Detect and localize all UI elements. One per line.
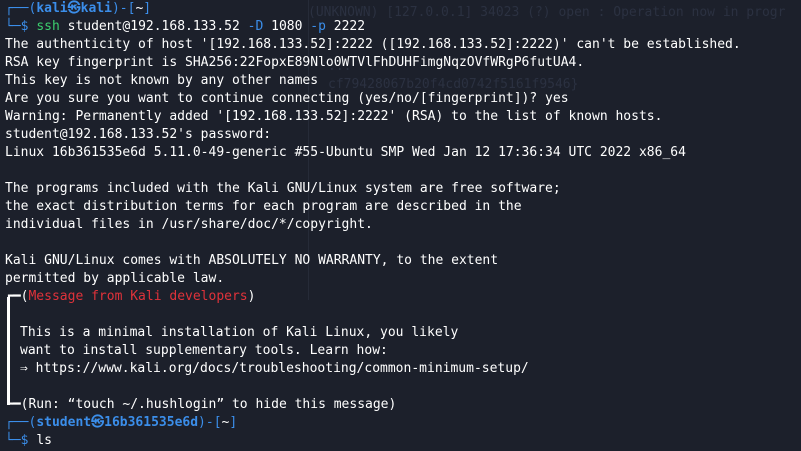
prompt-host: 16b361535e6d xyxy=(104,415,199,430)
prompt-frame: )-[ xyxy=(198,415,222,430)
output-line: RSA key fingerprint is SHA256:22FopxE89N… xyxy=(5,55,585,70)
motd-footer: ┗━(Run: “touch ~/.hushlogin” to hide thi… xyxy=(5,396,797,414)
command-flag: -D xyxy=(247,19,264,34)
output-line: Kali GNU/Linux comes with ABSOLUTELY NO … xyxy=(5,253,499,268)
prompt-frame: )-[ xyxy=(111,1,136,16)
terminal-window[interactable]: (UNKNOWN) [127.0.0.1] 34023 (?) open : O… xyxy=(0,0,801,451)
output-line: permitted by applicable law. xyxy=(5,271,225,286)
prompt-at-symbol: ㉿ xyxy=(91,415,105,430)
motd-frame: ) xyxy=(388,397,397,412)
motd-frame-bar xyxy=(7,297,10,405)
motd-header: ┏━(Message from Kali developers) xyxy=(5,288,797,306)
output-line: Warning: Permanently added '[192.168.133… xyxy=(5,109,663,124)
prompt-header: ┌──(student㉿16b361535e6d)-[~] xyxy=(5,414,797,432)
prompt-frame: ] xyxy=(143,1,152,16)
prompt-at-symbol: ㉿ xyxy=(67,1,81,16)
prompt-frame: ┌──( xyxy=(5,1,37,16)
output-line: This key is not known by any other names xyxy=(5,73,319,88)
command-arg: 2222 xyxy=(325,19,366,34)
command-arg: student@192.168.133.52 xyxy=(59,19,248,34)
output-line: individual files in /usr/share/doc/*/cop… xyxy=(5,217,373,232)
motd-line: want to install supplementary tools. Lea… xyxy=(20,343,388,358)
prompt-frame: ┌──( xyxy=(5,415,37,430)
prompt-frame: ] xyxy=(229,415,238,430)
terminal-output: ┌──(kali㉿kali)-[~] └─$ ssh student@192.1… xyxy=(5,0,797,450)
prompt-dollar: └─$ xyxy=(5,433,37,448)
motd-frame: ) xyxy=(247,289,256,304)
output-line: Linux 16b361535e6d 5.11.0-49-generic #55… xyxy=(5,145,686,160)
motd-title: Message from Kali developers xyxy=(28,289,248,304)
prompt-user: student xyxy=(36,415,92,430)
motd-line: This is a minimal installation of Kali L… xyxy=(20,325,459,340)
prompt-header: ┌──(kali㉿kali)-[~] xyxy=(5,0,797,18)
prompt-host: kali xyxy=(80,1,112,16)
command-flag: -p xyxy=(310,19,326,34)
output-line: The programs included with the Kali GNU/… xyxy=(5,181,561,196)
output-line: Are you sure you want to continue connec… xyxy=(5,91,569,106)
command-name: ssh xyxy=(36,19,60,34)
output-line: The authenticity of host '[192.168.133.5… xyxy=(5,37,741,52)
command-input[interactable]: ls xyxy=(36,433,52,448)
motd-hint: Run: “touch ~/.hushlogin” to hide this m… xyxy=(28,397,389,412)
output-line: the exact distribution terms for each pr… xyxy=(5,199,522,214)
motd-link: ⇒ https://www.kali.org/docs/troubleshoot… xyxy=(20,361,529,376)
prompt-user: kali xyxy=(36,1,68,16)
command-line: └─$ ssh student@192.168.133.52 -D 1080 -… xyxy=(5,18,797,36)
prompt-dollar: └─$ xyxy=(5,19,37,34)
command-line[interactable]: └─$ ls xyxy=(5,432,797,450)
output-line: student@192.168.133.52's password: xyxy=(5,127,279,142)
command-arg: 1080 xyxy=(263,19,311,34)
